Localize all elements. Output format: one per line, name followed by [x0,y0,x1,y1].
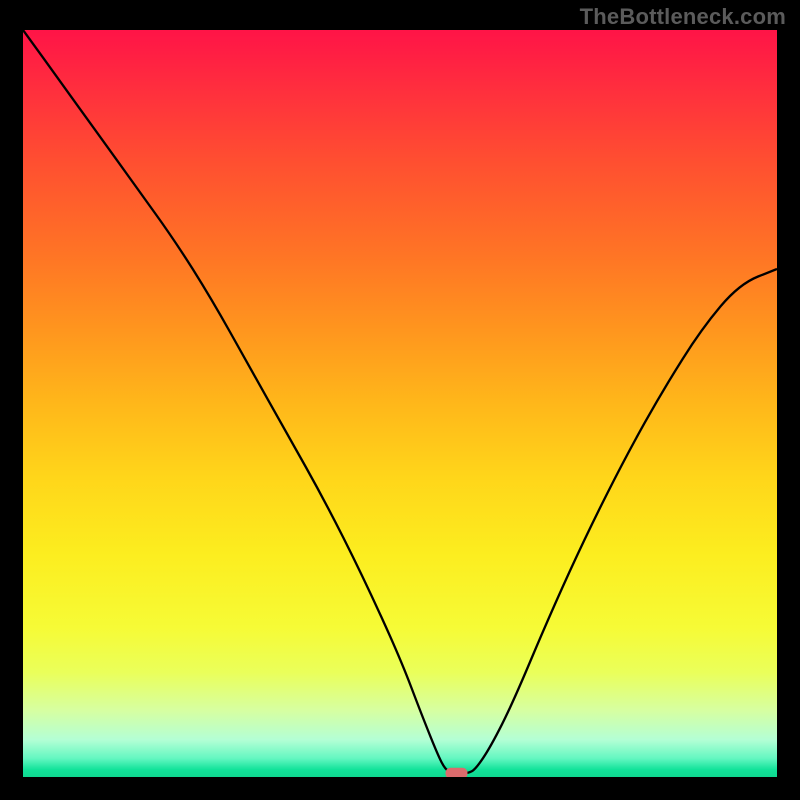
optimal-marker [446,768,468,777]
chart-frame: TheBottleneck.com [0,0,800,800]
curve-overlay [23,30,777,777]
bottleneck-curve [23,30,777,773]
plot-area [23,30,777,777]
watermark-text: TheBottleneck.com [580,4,786,30]
